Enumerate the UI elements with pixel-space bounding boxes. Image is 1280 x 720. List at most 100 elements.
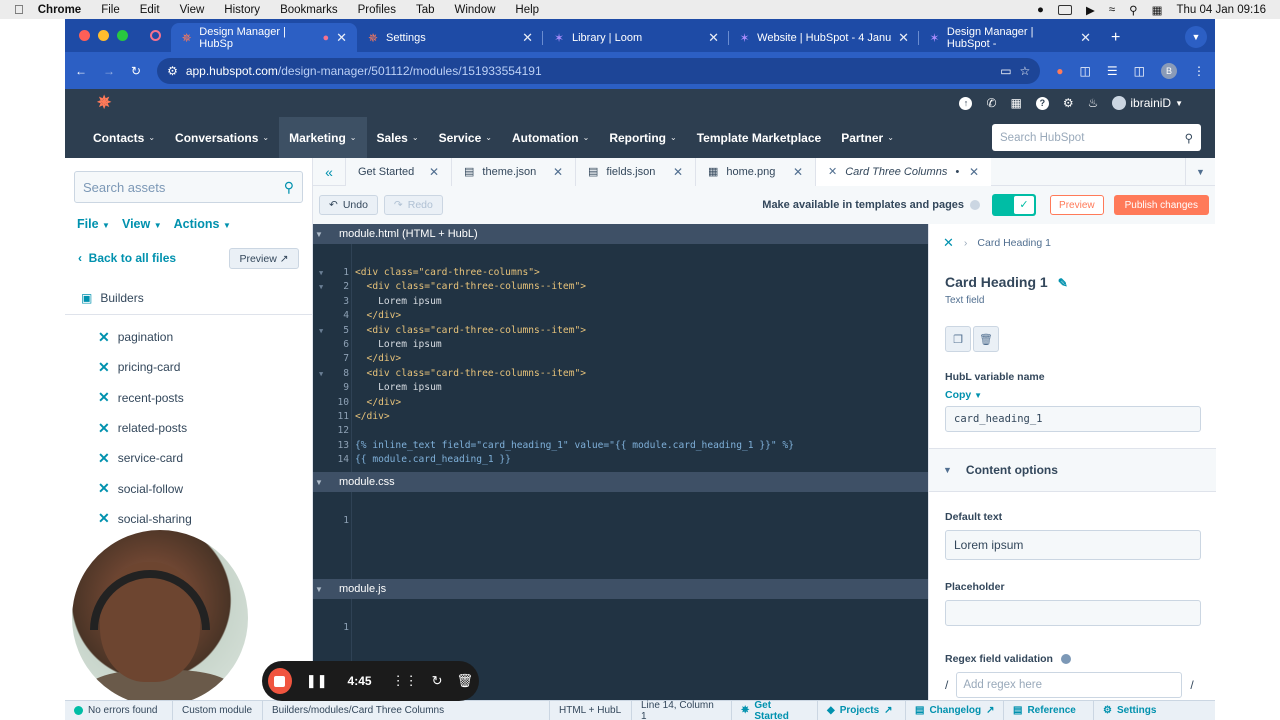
actions-menu[interactable]: Actions ▼: [174, 217, 231, 231]
code-line[interactable]: Lorem ipsum: [355, 382, 442, 393]
projects-link[interactable]: ◆ Projects ↗: [818, 700, 906, 720]
reference-link[interactable]: ▤ Reference: [1004, 700, 1094, 720]
search-icon[interactable]: ⚲: [1185, 131, 1193, 145]
marketplace-icon[interactable]: ▦: [1011, 96, 1022, 110]
nav-marketing[interactable]: Marketing ⌄: [279, 117, 367, 158]
duplicate-icon[interactable]: ❐: [945, 326, 971, 352]
module-file-item[interactable]: ✕ related-posts: [98, 413, 192, 443]
menu-item-file[interactable]: File: [101, 4, 120, 16]
preview-button[interactable]: Preview: [1050, 195, 1104, 215]
module-html-header[interactable]: ▼ module.html (HTML + HubL): [313, 224, 928, 244]
minimize-window-button[interactable]: [98, 30, 109, 41]
nav-conversations[interactable]: Conversations ⌄: [165, 117, 279, 158]
code-line[interactable]: <div class="card-three-columns--item">: [355, 368, 587, 379]
control-center-icon[interactable]: ▦: [1152, 3, 1163, 17]
redo-button[interactable]: ↷ Redo: [383, 195, 443, 215]
wifi-icon[interactable]: ≈: [1109, 4, 1115, 16]
collapse-triangle-icon[interactable]: ▼: [315, 478, 323, 487]
drawing-tools-icon[interactable]: ⋮⋮: [392, 673, 418, 689]
calling-icon[interactable]: ✆: [986, 96, 996, 110]
code-line[interactable]: <div class="card-three-columns--item">: [355, 281, 587, 292]
editor-tab-get-started[interactable]: Get Started ✕: [345, 157, 451, 186]
copy-dropdown[interactable]: Copy ▼: [945, 389, 982, 401]
placeholder-field[interactable]: [945, 600, 1201, 626]
nav-template-marketplace[interactable]: Template Marketplace: [687, 117, 832, 158]
notifications-bell-icon[interactable]: ♨: [1088, 96, 1099, 110]
profile-avatar[interactable]: B: [1161, 62, 1177, 79]
tab-overflow-icon[interactable]: ▼: [1185, 157, 1215, 186]
webcam-bubble[interactable]: [72, 530, 248, 706]
module-file-item[interactable]: ✕ pricing-card: [98, 352, 192, 382]
address-bar[interactable]: ⚙ app.hubspot.com/design-manager/501112/…: [157, 57, 1041, 84]
regex-input[interactable]: Add regex here: [956, 672, 1183, 698]
code-line[interactable]: <div class="card-three-columns">: [355, 267, 540, 278]
maximize-window-button[interactable]: [117, 30, 128, 41]
publish-changes-button[interactable]: Publish changes: [1113, 195, 1209, 215]
close-tab-icon[interactable]: ✕: [553, 165, 563, 179]
module-css-header[interactable]: ▼ module.css: [313, 472, 928, 492]
menu-item-help[interactable]: Help: [515, 4, 539, 16]
close-tab-icon[interactable]: ✕: [673, 165, 683, 179]
fold-arrow-icon[interactable]: ▼: [319, 283, 323, 291]
back-to-all-files-link[interactable]: ‹ Back to all files: [78, 251, 176, 265]
code-line[interactable]: Lorem ipsum: [355, 296, 442, 307]
settings-gear-icon[interactable]: ⚙: [1063, 96, 1074, 110]
menu-item-view[interactable]: View: [180, 4, 205, 16]
help-icon[interactable]: ?: [1035, 96, 1049, 110]
module-file-item[interactable]: ✕ recent-posts: [98, 383, 192, 413]
close-icon[interactable]: ✕: [943, 235, 954, 251]
puzzle-icon[interactable]: ◫: [1080, 64, 1091, 78]
menu-item-bookmarks[interactable]: Bookmarks: [280, 4, 338, 16]
collapse-triangle-icon[interactable]: ▼: [315, 585, 323, 594]
menu-item-window[interactable]: Window: [455, 4, 496, 16]
menu-item-profiles[interactable]: Profiles: [358, 4, 396, 16]
code-line[interactable]: </div>: [355, 310, 402, 321]
close-tab-icon[interactable]: ✕: [969, 165, 979, 179]
account-menu[interactable]: ibrainiD ▼: [1112, 96, 1183, 110]
info-icon[interactable]: [970, 200, 981, 210]
module-file-item[interactable]: ✕ service-card: [98, 443, 192, 473]
default-text-field[interactable]: Lorem ipsum: [945, 530, 1201, 560]
extension-icon[interactable]: ●: [1056, 64, 1063, 78]
availability-toggle[interactable]: ✓: [992, 194, 1037, 216]
back-arrow-icon[interactable]: ←: [75, 64, 87, 78]
info-icon[interactable]: [1060, 654, 1071, 664]
restart-icon[interactable]: ↻: [432, 673, 443, 689]
browser-tab-design-manager[interactable]: ✵ Design Manager | HubSp ● ✕: [171, 23, 357, 52]
battery-icon[interactable]: [1058, 4, 1072, 15]
collapse-triangle-icon[interactable]: ▼: [315, 230, 323, 239]
close-window-button[interactable]: [79, 30, 90, 41]
css-code-area[interactable]: 1: [313, 492, 928, 579]
module-file-item[interactable]: ✕ pagination: [98, 322, 192, 352]
editor-tab-theme-json[interactable]: ▤ theme.json ✕: [451, 157, 575, 186]
view-menu[interactable]: View ▼: [122, 217, 162, 231]
code-line[interactable]: {% inline_text field="card_heading_1" va…: [355, 440, 794, 451]
nav-sales[interactable]: Sales ⌄: [367, 117, 429, 158]
fold-arrow-icon[interactable]: ▼: [319, 327, 323, 335]
browser-tab-settings[interactable]: ✵ Settings ✕: [357, 23, 543, 52]
sidepanel-icon[interactable]: ◫: [1134, 64, 1145, 78]
code-line[interactable]: {{ module.card_heading_1 }}: [355, 454, 511, 465]
menu-item-history[interactable]: History: [224, 4, 260, 16]
close-tab-icon[interactable]: ✕: [708, 30, 719, 46]
play-icon[interactable]: ▶: [1086, 3, 1095, 17]
tab-search-icon[interactable]: ▼: [1185, 26, 1207, 48]
html-code-area[interactable]: 1 ▼ <div class="card-three-columns"> 2 ▼ <di…: [313, 244, 928, 472]
chrome-menu-icon[interactable]: ⋮: [1193, 64, 1205, 78]
upgrade-icon[interactable]: ↑: [959, 96, 973, 110]
browser-tab-website[interactable]: ✶ Website | HubSpot - 4 Januar ✕: [729, 23, 919, 52]
nav-partner[interactable]: Partner ⌄: [831, 117, 904, 158]
pause-icon[interactable]: ❚❚: [306, 673, 328, 689]
close-tab-icon[interactable]: ✕: [336, 30, 347, 46]
browser-tab-loom[interactable]: ✶ Library | Loom ✕: [543, 23, 729, 52]
close-tab-icon[interactable]: ✕: [522, 30, 533, 46]
editor-tab-fields-json[interactable]: ▤ fields.json ✕: [575, 157, 695, 186]
code-line[interactable]: Lorem ipsum: [355, 339, 442, 350]
close-tab-icon[interactable]: ✕: [429, 165, 439, 179]
content-options-section[interactable]: ▼ Content options: [929, 448, 1216, 492]
close-tab-icon[interactable]: ✕: [793, 165, 803, 179]
module-file-item[interactable]: ✕ social-follow: [98, 473, 192, 503]
close-tab-icon[interactable]: ✕: [1080, 30, 1091, 46]
delete-recording-icon[interactable]: 🗑: [456, 673, 473, 689]
code-line[interactable]: </div>: [355, 353, 402, 364]
